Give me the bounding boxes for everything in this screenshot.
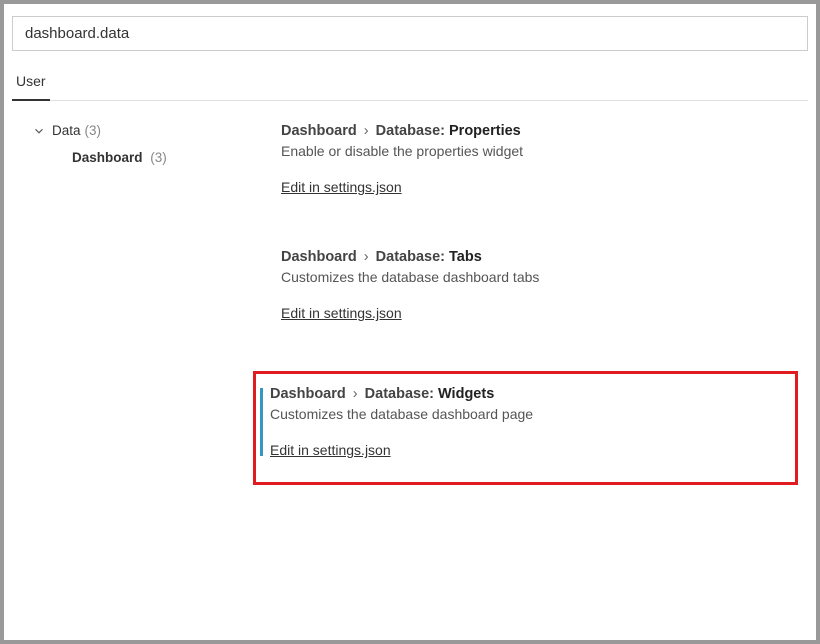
tree-item-data[interactable]: Data (3) bbox=[32, 119, 267, 142]
edit-in-settings-link[interactable]: Edit in settings.json bbox=[281, 179, 402, 195]
modified-indicator bbox=[260, 388, 263, 456]
setting-description: Enable or disable the properties widget bbox=[281, 143, 798, 159]
tree-item-label: Data bbox=[52, 123, 81, 138]
setting-item-properties: Dashboard › Database: Properties Enable … bbox=[267, 119, 798, 245]
edit-in-settings-link[interactable]: Edit in settings.json bbox=[270, 442, 391, 458]
settings-tree: Data (3) Dashboard (3) bbox=[12, 119, 267, 485]
setting-title: Dashboard › Database: Tabs bbox=[281, 249, 798, 265]
settings-search-input[interactable] bbox=[12, 16, 808, 51]
edit-in-settings-link[interactable]: Edit in settings.json bbox=[281, 305, 402, 321]
setting-description: Customizes the database dashboard tabs bbox=[281, 269, 798, 285]
chevron-down-icon bbox=[32, 124, 46, 138]
setting-item-tabs: Dashboard › Database: Tabs Customizes th… bbox=[267, 245, 798, 371]
tab-user[interactable]: User bbox=[12, 65, 50, 101]
tree-item-dashboard[interactable]: Dashboard (3) bbox=[32, 142, 267, 169]
settings-list: Dashboard › Database: Properties Enable … bbox=[267, 119, 808, 485]
setting-description: Customizes the database dashboard page bbox=[270, 406, 795, 422]
settings-tabs: User bbox=[12, 65, 808, 101]
tree-item-count: (3) bbox=[150, 150, 167, 165]
tree-item-label: Dashboard bbox=[72, 150, 143, 165]
setting-title: Dashboard › Database: Properties bbox=[281, 123, 798, 139]
setting-title: Dashboard › Database: Widgets bbox=[270, 386, 795, 402]
tree-item-count: (3) bbox=[85, 123, 102, 138]
setting-item-widgets: Dashboard › Database: Widgets Customizes… bbox=[253, 371, 798, 485]
